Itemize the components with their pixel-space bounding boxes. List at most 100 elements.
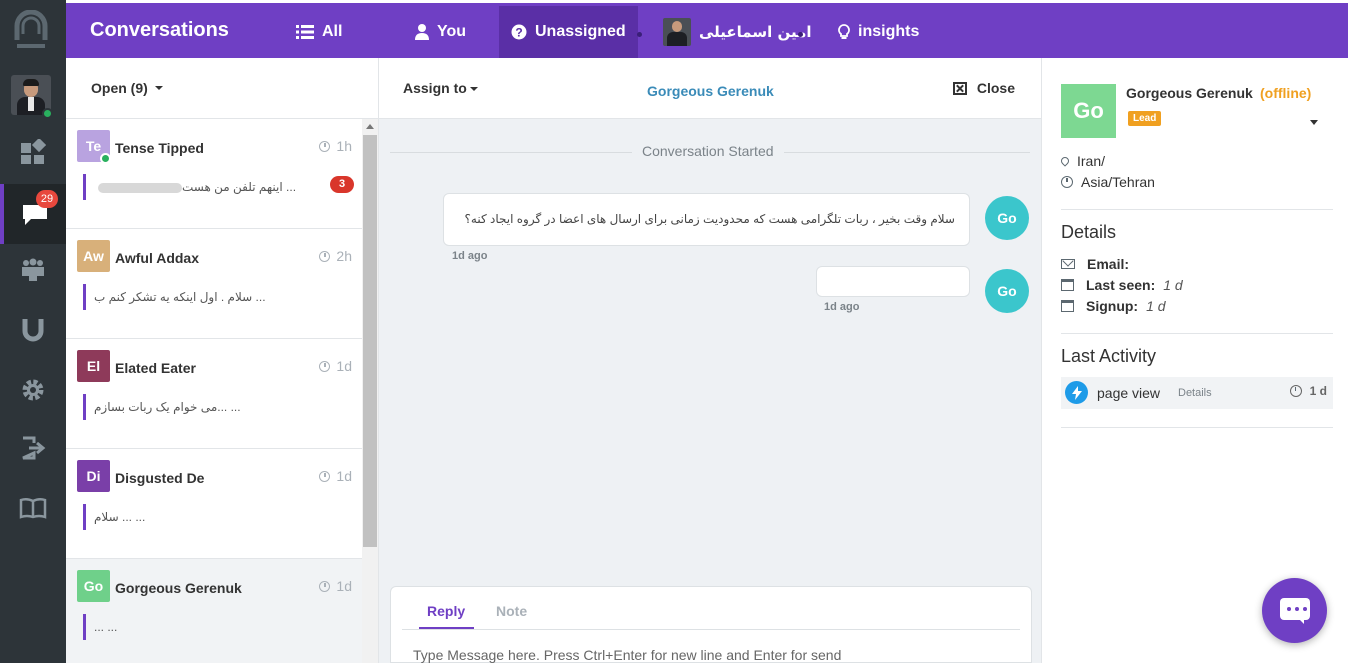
online-indicator — [42, 108, 53, 119]
chat-contact-name[interactable]: Gorgeous Gerenuk — [647, 83, 774, 99]
tab-you[interactable]: You — [403, 6, 478, 58]
rail-settings[interactable] — [0, 360, 66, 420]
signup-label: Signup: — [1086, 298, 1139, 314]
assign-label: Assign to — [403, 80, 467, 96]
conversation-preview: ... اینهم تلفن من هست — [83, 174, 343, 200]
conversation-item-active[interactable]: Go Gorgeous Gerenuk 1d ... ... — [66, 559, 362, 663]
dashboard-icon — [21, 139, 46, 164]
close-button[interactable]: Close — [952, 80, 1015, 96]
tab-unassigned[interactable]: ? Unassigned — [499, 6, 638, 58]
clock-icon — [1289, 385, 1302, 397]
email-label: Email: — [1087, 256, 1130, 272]
message-bubble: سلام وقت بخیر ، ربات تلگرامی هست که محدو… — [443, 193, 970, 246]
contact-info-pane: Go Gorgeous Gerenuk (offline) Lead Iran/… — [1041, 58, 1348, 663]
left-rail: 29 — [0, 0, 66, 663]
conversation-name: Disgusted De — [115, 470, 205, 486]
activity-time-value: 1 d — [1309, 384, 1327, 398]
tab-insights[interactable]: insights — [826, 6, 931, 58]
lightning-icon — [1065, 381, 1088, 404]
unread-badge: 29 — [36, 190, 58, 208]
conversation-started-label: Conversation Started — [632, 143, 784, 159]
last-activity-heading: Last Activity — [1061, 346, 1157, 366]
rail-magnet[interactable] — [0, 300, 66, 360]
logout-icon — [22, 436, 46, 460]
close-icon — [952, 81, 967, 95]
conversation-item[interactable]: El Elated Eater 1d ... ...می خوام یک ربا… — [66, 339, 362, 449]
conversation-item[interactable]: Di Disgusted De 1d ... ... سلام — [66, 449, 362, 559]
gear-icon — [22, 379, 44, 401]
divider — [1061, 209, 1333, 210]
conversation-time-value: 2h — [336, 248, 352, 264]
tab-all[interactable]: All — [284, 6, 354, 58]
conversation-time-value: 1d — [336, 358, 352, 374]
timezone-value: Asia/Tehran — [1081, 174, 1155, 190]
last-seen-line: Last seen: 1 d — [1061, 277, 1183, 293]
activity-name: page view — [1097, 385, 1161, 401]
conversation-preview: ... سلام . اول اینکه یه تشکر کنم ب — [83, 284, 343, 310]
team-icon — [22, 258, 44, 281]
conversation-item[interactable]: Aw Awful Addax 2h ... سلام . اول اینکه ی… — [66, 229, 362, 339]
list-icon — [296, 25, 314, 39]
conversation-avatar: Aw — [77, 240, 110, 272]
conversation-time: 1h — [319, 138, 352, 154]
calendar-icon — [1061, 300, 1074, 312]
rail-docs[interactable] — [0, 478, 66, 538]
tab-separator — [798, 32, 803, 37]
chat-widget-button[interactable] — [1262, 578, 1327, 643]
message-time: 1d ago — [452, 250, 488, 262]
chevron-down-icon — [154, 86, 163, 90]
message-time: 1d ago — [824, 301, 860, 313]
conversation-preview-text: ... اینهم تلفن من هست — [182, 180, 297, 194]
message-text: سلام وقت بخیر ، ربات تلگرامی هست که محدو… — [464, 212, 955, 226]
assign-dropdown[interactable]: Assign to — [403, 80, 478, 96]
redacted-text — [98, 182, 182, 193]
contact-status: (offline) — [1260, 85, 1312, 101]
contact-name: Gorgeous Gerenuk — [1126, 85, 1253, 101]
contact-avatar: Go — [1061, 84, 1116, 138]
scroll-up-arrow[interactable] — [366, 124, 374, 129]
rail-chat[interactable]: 29 — [0, 184, 66, 244]
scrollbar-thumb[interactable] — [363, 135, 377, 547]
conversation-list-pane: Open (9) Te Tense Tipped 1h ... اینهم تل… — [66, 58, 379, 663]
conversation-time: 1d — [319, 358, 352, 374]
rail-dashboard[interactable] — [0, 122, 66, 182]
signup-value: 1 d — [1146, 298, 1166, 314]
divider — [1061, 427, 1333, 428]
message-bubble — [816, 266, 970, 297]
chevron-down-icon[interactable] — [1310, 120, 1318, 125]
activity-details-link[interactable]: Details — [1178, 387, 1212, 399]
activity-item[interactable]: page view Details 1 d — [1061, 377, 1333, 409]
email-line: Email: — [1061, 256, 1137, 272]
conversation-time-value: 1d — [336, 578, 352, 594]
agent-avatar — [663, 18, 691, 46]
svg-text:?: ? — [515, 26, 522, 40]
conversation-name: Tense Tipped — [115, 140, 204, 156]
message-input[interactable]: Type Message here. Press Ctrl+Enter for … — [413, 647, 841, 663]
conversation-avatar: El — [77, 350, 110, 382]
close-label: Close — [976, 80, 1015, 96]
top-bar: Conversations All You ? Unassigned امین … — [66, 0, 1348, 58]
tab-reply[interactable]: Reply — [427, 603, 465, 619]
chat-header: Assign to Gorgeous Gerenuk Close — [379, 58, 1041, 119]
lead-tag: Lead — [1128, 111, 1162, 126]
book-icon — [19, 497, 47, 519]
filter-dropdown[interactable]: Open (9) — [66, 58, 378, 119]
conversation-item[interactable]: Te Tense Tipped 1h ... اینهم تلفن من هست… — [66, 119, 362, 229]
list-scrollbar[interactable] — [362, 119, 378, 663]
timezone-line: Asia/Tehran — [1061, 174, 1155, 190]
tab-note[interactable]: Note — [496, 603, 527, 619]
conversation-time-value: 1d — [336, 468, 352, 484]
conversation-name: Awful Addax — [115, 250, 200, 266]
logo-icon[interactable] — [13, 10, 49, 50]
user-icon — [415, 24, 429, 40]
conversation-list: Te Tense Tipped 1h ... اینهم تلفن من هست… — [66, 119, 362, 663]
conversation-name: Elated Eater — [115, 360, 196, 376]
rail-logout[interactable] — [0, 418, 66, 478]
rail-team[interactable] — [0, 240, 66, 300]
conversation-avatar: Di — [77, 460, 110, 492]
chat-pane: Assign to Gorgeous Gerenuk Close Convers… — [379, 58, 1041, 663]
clock-icon — [319, 140, 331, 152]
magnet-icon — [22, 319, 44, 342]
tab-separator — [637, 32, 642, 37]
message-avatar: Go — [985, 269, 1029, 313]
